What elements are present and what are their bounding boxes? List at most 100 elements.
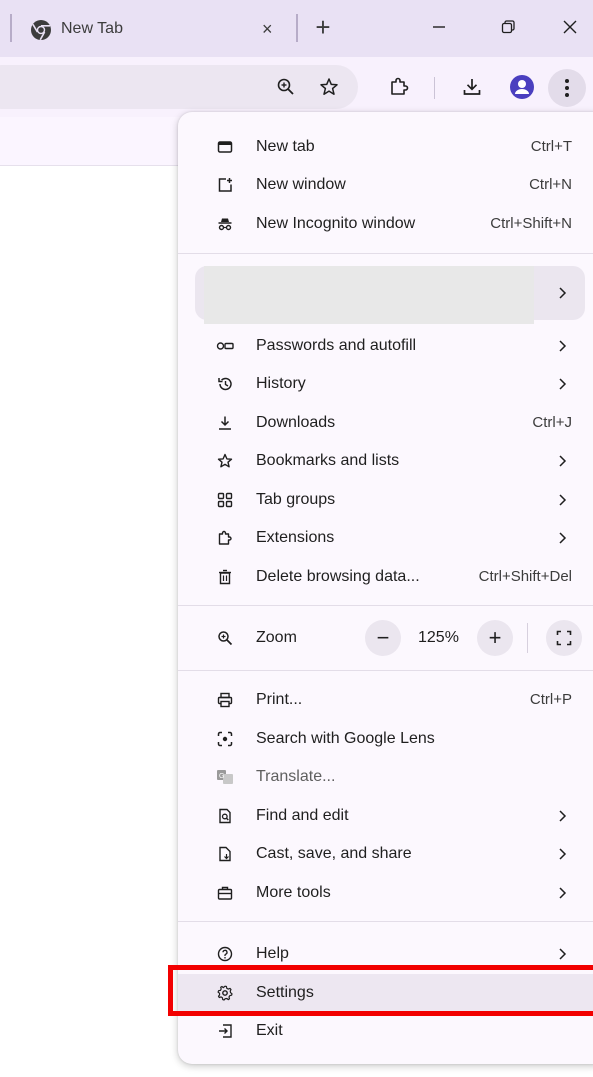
toolbar-separator: [434, 77, 435, 99]
chevron-right-icon: [559, 887, 567, 899]
menu-item-shortcut: Ctrl+Shift+Del: [478, 568, 572, 585]
zoom-icon: [215, 628, 235, 648]
chevron-right-icon: [559, 532, 567, 544]
exit-icon: [215, 1021, 235, 1041]
download-icon: [215, 413, 235, 433]
profile-button[interactable]: [508, 73, 536, 101]
kebab-menu-icon: [565, 79, 569, 97]
menu-item-label: Search with Google Lens: [256, 730, 435, 747]
menu-item-new-tab[interactable]: New tab Ctrl+T: [178, 128, 593, 166]
tab-title: New Tab: [61, 20, 123, 37]
bookmark-star-button[interactable]: [315, 73, 343, 101]
menu-item-google-lens[interactable]: Search with Google Lens: [178, 720, 593, 758]
menu-item-label: New Incognito window: [256, 215, 416, 232]
menu-item-downloads[interactable]: Downloads Ctrl+J: [178, 404, 593, 442]
menu-item-label: Find and edit: [256, 807, 349, 824]
chevron-right-icon: [559, 810, 567, 822]
menu-item-new-incognito-window[interactable]: New Incognito window Ctrl+Shift+N: [178, 205, 593, 243]
trash-icon: [215, 567, 235, 587]
downloads-button[interactable]: [458, 73, 486, 101]
avatar-icon: [510, 75, 534, 99]
menu-item-more-tools[interactable]: More tools: [178, 874, 593, 912]
zoom-out-button[interactable]: −: [365, 620, 401, 656]
menu-item-label: History: [256, 375, 306, 392]
menu-item-label: Cast, save, and share: [256, 845, 412, 862]
menu-item-new-window[interactable]: New window Ctrl+N: [178, 166, 593, 204]
menu-item-settings[interactable]: Settings: [178, 974, 593, 1012]
tab-separator: [10, 14, 12, 42]
chevron-right-icon: [559, 287, 567, 299]
new-tab-button[interactable]: +: [308, 9, 338, 45]
lens-icon: [215, 729, 235, 749]
menu-item-help[interactable]: Help: [178, 935, 593, 973]
menu-item-label: Extensions: [256, 529, 335, 546]
menu-item-label: Settings: [256, 984, 314, 1001]
menu-item-label: Delete browsing data...: [256, 568, 420, 585]
menu-divider: [178, 605, 593, 606]
menu-divider: [178, 921, 593, 922]
chevron-right-icon: [559, 848, 567, 860]
menu-item-delete-browsing-data[interactable]: Delete browsing data... Ctrl+Shift+Del: [178, 558, 593, 596]
menu-item-shortcut: Ctrl+T: [530, 138, 572, 155]
menu-item-shortcut: Ctrl+P: [529, 691, 572, 708]
chrome-menu: New tab Ctrl+T New window Ctrl+N New Inc…: [178, 112, 593, 1064]
zoom-separator: [527, 623, 528, 653]
translate-icon: G: [215, 767, 235, 787]
svg-text:G: G: [219, 773, 224, 780]
menu-item-exit[interactable]: Exit: [178, 1012, 593, 1050]
tab-new-tab[interactable]: New Tab ×: [14, 6, 292, 56]
chevron-right-icon: [559, 494, 567, 506]
restore-button[interactable]: [488, 9, 528, 45]
menu-item-print[interactable]: Print... Ctrl+P: [178, 681, 593, 719]
toolbar: [0, 57, 593, 117]
zoom-value: 125%: [418, 629, 459, 646]
menu-item-bookmarks[interactable]: Bookmarks and lists: [178, 442, 593, 480]
restore-icon: [501, 20, 515, 34]
tab-groups-icon: [215, 490, 235, 510]
menu-item-history[interactable]: History: [178, 365, 593, 403]
menu-item-label: More tools: [256, 884, 331, 901]
cast-icon: [215, 844, 235, 864]
tab-separator: [296, 14, 298, 42]
menu-item-find-and-edit[interactable]: Find and edit: [178, 797, 593, 835]
close-window-button[interactable]: [550, 9, 590, 45]
menu-item-passwords[interactable]: Passwords and autofill: [178, 327, 593, 365]
zoom-in-icon: [277, 78, 294, 95]
tab-strip: New Tab × +: [0, 0, 593, 57]
new-tab-icon: [215, 137, 235, 157]
incognito-icon: [215, 214, 235, 234]
help-icon: [215, 944, 235, 964]
tab-close-icon[interactable]: ×: [262, 19, 273, 40]
new-window-icon: [215, 175, 235, 195]
menu-item-label: Tab groups: [256, 491, 336, 508]
zoom-indicator-button[interactable]: [272, 73, 300, 101]
extensions-button[interactable]: [385, 73, 413, 101]
star-icon: [320, 78, 338, 95]
menu-item-tab-groups[interactable]: Tab groups: [178, 481, 593, 519]
chevron-right-icon: [559, 455, 567, 467]
chevron-right-icon: [559, 340, 567, 352]
minimize-icon: [433, 26, 445, 28]
menu-divider: [178, 253, 593, 254]
menu-item-label: Passwords and autofill: [256, 337, 417, 354]
minimize-button[interactable]: [419, 9, 459, 45]
gear-icon: [215, 983, 235, 1003]
printer-icon: [215, 690, 235, 710]
key-icon: [215, 336, 235, 356]
puzzle-icon: [391, 77, 409, 95]
chevron-right-icon: [559, 948, 567, 960]
zoom-row: Zoom − 125% +: [178, 617, 593, 659]
star-icon: [215, 451, 235, 471]
address-bar[interactable]: [0, 65, 358, 109]
close-icon: [563, 20, 577, 34]
menu-item-shortcut: Ctrl+Shift+N: [490, 215, 572, 232]
menu-item-label: New tab: [256, 138, 315, 155]
menu-item-extensions[interactable]: Extensions: [178, 519, 593, 557]
fullscreen-button[interactable]: [546, 620, 582, 656]
menu-item-cast-save-share[interactable]: Cast, save, and share: [178, 835, 593, 873]
redacted-profile-info: [204, 266, 534, 324]
toolbox-icon: [215, 883, 235, 903]
zoom-in-button[interactable]: +: [477, 620, 513, 656]
menu-item-label: Bookmarks and lists: [256, 452, 400, 469]
chrome-menu-button[interactable]: [548, 69, 586, 107]
